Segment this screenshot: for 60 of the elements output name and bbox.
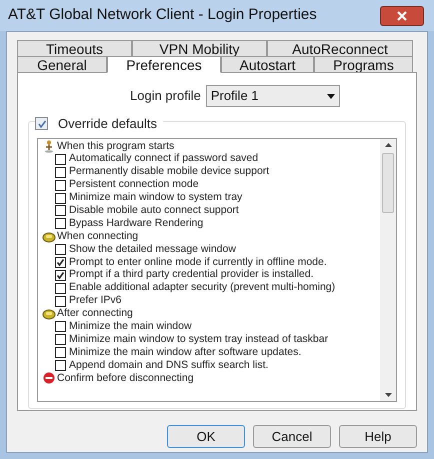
- tab[interactable]: VPN Mobility: [132, 40, 267, 57]
- checkbox[interactable]: [55, 205, 66, 216]
- close-button[interactable]: [380, 6, 424, 26]
- checkbox[interactable]: [55, 270, 66, 281]
- login-profile-label: Login profile: [130, 87, 201, 106]
- checkbox[interactable]: [55, 296, 66, 307]
- tab[interactable]: Programs: [314, 56, 413, 73]
- option-label: Show the detailed message window: [69, 242, 236, 257]
- dialog-button[interactable]: OK: [167, 425, 245, 448]
- option-label: Prefer IPv6: [69, 293, 122, 308]
- option-label: Permanently disable mobile device support: [69, 164, 270, 179]
- option-label: Bypass Hardware Rendering: [69, 216, 204, 231]
- option-label: Persistent connection mode: [69, 177, 199, 192]
- override-label: Override defaults: [58, 115, 157, 133]
- option-label: Automatically connect if password saved: [69, 152, 258, 166]
- checkbox[interactable]: [55, 244, 66, 256]
- checkbox[interactable]: [55, 192, 66, 204]
- checkbox[interactable]: [55, 256, 66, 268]
- option-label: Enable additional adapter security (prevent multi-homing): [69, 280, 336, 295]
- group-heading: When this program starts: [57, 139, 174, 153]
- tab[interactable]: AutoReconnect: [267, 40, 413, 57]
- checkbox[interactable]: [55, 347, 66, 358]
- caret-icon: [326, 94, 335, 98]
- plug-icon: [42, 230, 56, 243]
- window-title: AT&T Global Network Client - Login Properties: [8, 5, 317, 26]
- tab[interactable]: Autostart: [221, 56, 314, 73]
- option-label: Prompt if a third party credential provider is installed.: [69, 268, 314, 282]
- figure-icon: [43, 140, 55, 153]
- stop-icon: [43, 372, 55, 384]
- checkbox[interactable]: [55, 166, 66, 178]
- group-heading: When connecting: [57, 228, 138, 244]
- checkbox[interactable]: [55, 218, 66, 230]
- group-heading: Confirm before disconnecting: [57, 370, 194, 386]
- dialog-button[interactable]: Cancel: [253, 425, 331, 448]
- option-label: Prompt to enter online mode if currently in offline mode.: [69, 254, 327, 269]
- option-label: Minimize the main window after software updates.: [69, 344, 302, 360]
- tab[interactable]: General: [17, 56, 107, 73]
- scroll-up-icon: [384, 143, 392, 147]
- option-label: Minimize main window to system tray: [69, 190, 242, 205]
- option-label: Minimize main window to system tray instead of taskbar: [69, 332, 328, 347]
- group-heading: After connecting: [57, 306, 133, 321]
- checkbox[interactable]: [55, 154, 66, 165]
- override-checkbox[interactable]: [35, 117, 48, 130]
- option-label: Minimize the main window: [69, 319, 192, 334]
- scroll-down-icon: [384, 393, 392, 397]
- checkbox[interactable]: [55, 360, 66, 372]
- option-label: Append domain and DNS suffix search list.: [69, 358, 268, 373]
- tab[interactable]: Timeouts: [17, 40, 132, 57]
- option-label: Disable mobile auto connect support: [69, 203, 239, 218]
- scroll-thumb[interactable]: [382, 153, 394, 213]
- checkbox[interactable]: [55, 334, 66, 346]
- checkbox[interactable]: [55, 282, 66, 294]
- profile-dropdown[interactable]: Profile 1: [206, 85, 340, 107]
- checkbox[interactable]: [55, 321, 66, 332]
- tab[interactable]: Preferences: [107, 56, 221, 73]
- plug-icon: [42, 308, 56, 320]
- checkbox[interactable]: [55, 180, 66, 191]
- dialog-button[interactable]: Help: [339, 425, 417, 448]
- close-icon: [397, 10, 407, 20]
- scrollbar[interactable]: [380, 139, 396, 401]
